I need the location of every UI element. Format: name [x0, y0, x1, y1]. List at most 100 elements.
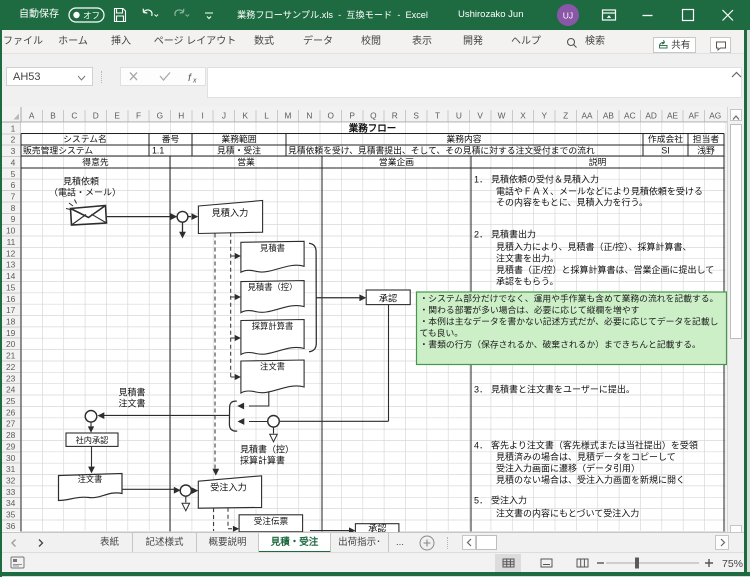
svg-text:I: I: [201, 111, 203, 121]
svg-text:E: E: [114, 111, 120, 121]
svg-text:J: J: [222, 111, 226, 121]
svg-text:見積依頼を受け、見積書提出、そして、その見積に対する注文受付: 見積依頼を受け、見積書提出、そして、その見積に対する注文受付までの流れ: [288, 145, 595, 156]
svg-text:14: 14: [6, 271, 16, 281]
svg-text:C: C: [71, 111, 77, 121]
svg-text:ても良い。: ても良い。: [420, 327, 464, 338]
svg-text:システム名: システム名: [63, 133, 107, 144]
svg-text:（電話・メール）: （電話・メール）: [49, 187, 121, 198]
svg-text:見積書（正/控）と採算計算書は、営業企画に提出して: 見積書（正/控）と採算計算書は、営業企画に提出して: [496, 264, 714, 275]
svg-text:AE: AE: [667, 111, 679, 121]
svg-text:AG: AG: [709, 111, 721, 121]
svg-text:D: D: [93, 111, 99, 121]
svg-text:7: 7: [11, 192, 16, 202]
svg-text:15: 15: [6, 282, 16, 292]
svg-text:3．: 3．: [474, 385, 488, 395]
svg-text:受注入力: 受注入力: [210, 482, 247, 493]
svg-text:K: K: [243, 111, 249, 121]
svg-text:6: 6: [11, 180, 16, 190]
svg-text:11: 11: [7, 237, 16, 247]
svg-text:SI: SI: [661, 146, 669, 156]
svg-text:5．: 5．: [474, 496, 488, 506]
svg-text:P: P: [349, 111, 355, 121]
svg-text:1.1: 1.1: [152, 146, 164, 156]
svg-text:注文書を出力。: 注文書を出力。: [496, 253, 559, 264]
svg-text:Z: Z: [563, 111, 568, 121]
svg-text:19: 19: [6, 328, 16, 338]
svg-text:見積入力により、見積書（正/控）、採算計算書、: 見積入力により、見積書（正/控）、採算計算書、: [496, 241, 691, 252]
svg-text:36: 36: [6, 521, 16, 531]
svg-text:30: 30: [6, 453, 16, 463]
svg-text:営業企画: 営業企画: [379, 156, 414, 167]
svg-text:G: G: [157, 111, 163, 121]
svg-text:31: 31: [6, 464, 16, 474]
svg-text:4: 4: [11, 157, 16, 167]
svg-text:見積依頼: 見積依頼: [63, 176, 99, 187]
svg-text:電話やＦＡＸ、メールなどにより見積依頼を受ける: 電話やＦＡＸ、メールなどにより見積依頼を受ける: [496, 186, 703, 197]
svg-text:注文書: 注文書: [78, 474, 103, 484]
svg-text:4．: 4．: [474, 441, 488, 451]
svg-text:業務フロー: 業務フロー: [348, 123, 397, 135]
svg-text:M: M: [285, 111, 292, 121]
svg-text:Q: Q: [370, 111, 377, 121]
svg-text:UJ: UJ: [563, 11, 573, 21]
svg-text:33: 33: [6, 487, 16, 497]
svg-text:見積書（控）: 見積書（控）: [248, 282, 298, 292]
svg-text:見積依頼の受付＆見積入力: 見積依頼の受付＆見積入力: [491, 174, 599, 185]
svg-text:その内容をもとに、見積入力を行う。: その内容をもとに、見積入力を行う。: [496, 197, 648, 208]
svg-text:承認をもらう。: 承認をもらう。: [496, 276, 558, 287]
svg-text:番号: 番号: [162, 133, 180, 144]
svg-text:注文書の内容にもとづいて受注入力: 注文書の内容にもとづいて受注入力: [496, 508, 639, 519]
svg-text:28: 28: [6, 430, 16, 440]
svg-text:16: 16: [6, 294, 16, 304]
svg-text:U: U: [456, 111, 462, 121]
svg-text:34: 34: [6, 498, 16, 508]
svg-text:オフ: オフ: [83, 10, 100, 20]
svg-text:20: 20: [6, 339, 16, 349]
svg-text:A: A: [29, 111, 35, 121]
svg-text:x: x: [192, 78, 197, 85]
svg-text:受注入力画面に遷移（データ引用）: 受注入力画面に遷移（データ引用）: [496, 463, 640, 474]
svg-text:見積入力: 見積入力: [212, 207, 249, 218]
svg-text:作成会社: 作成会社: [648, 133, 683, 144]
svg-text:29: 29: [6, 441, 16, 451]
svg-text:説明: 説明: [589, 156, 607, 167]
svg-text:12: 12: [6, 248, 16, 258]
svg-text:24: 24: [6, 385, 16, 395]
svg-text:販売管理システム: 販売管理システム: [23, 145, 93, 156]
svg-text:H: H: [178, 111, 184, 121]
svg-text:L: L: [264, 111, 269, 121]
svg-text:5: 5: [11, 169, 16, 179]
svg-text:・関わる部署が多い場合は、必要に応じて縦欄を増やす: ・関わる部署が多い場合は、必要に応じて縦欄を増やす: [420, 304, 640, 315]
svg-text:S: S: [413, 111, 419, 121]
svg-text:担当者: 担当者: [693, 133, 720, 144]
svg-text:注文書: 注文書: [118, 398, 145, 409]
svg-text:O: O: [327, 111, 334, 121]
svg-text:1．: 1．: [474, 175, 488, 185]
svg-text:見積書と注文書をユーザーに提出。: 見積書と注文書をユーザーに提出。: [491, 384, 635, 395]
svg-text:社内承認: 社内承認: [76, 435, 109, 445]
svg-text:26: 26: [6, 407, 16, 417]
svg-text:V: V: [477, 111, 483, 121]
svg-text:AD: AD: [645, 111, 657, 121]
svg-text:見積・受注: 見積・受注: [217, 145, 261, 156]
svg-text:X: X: [520, 111, 526, 121]
svg-text:承認: 承認: [379, 292, 397, 303]
svg-text:見積書: 見積書: [118, 387, 145, 398]
svg-text:9: 9: [11, 214, 16, 224]
svg-text:・本例は主なデータを書かない記述方式だが、必要に応じてデータ: ・本例は主なデータを書かない記述方式だが、必要に応じてデータを記載し: [420, 316, 719, 327]
svg-text:13: 13: [6, 260, 16, 270]
svg-text:18: 18: [6, 317, 16, 327]
svg-text:2: 2: [11, 135, 16, 145]
svg-text:受注伝票: 受注伝票: [254, 515, 289, 526]
svg-text:得意先: 得意先: [82, 156, 109, 167]
svg-text:浅野: 浅野: [697, 145, 715, 156]
svg-text:業務内容: 業務内容: [446, 133, 481, 144]
svg-text:N: N: [306, 111, 312, 121]
svg-text:32: 32: [6, 476, 16, 486]
svg-text:AA: AA: [581, 111, 593, 121]
svg-text:受注入力: 受注入力: [491, 495, 527, 506]
svg-text:B: B: [50, 111, 56, 121]
svg-text:10: 10: [6, 226, 16, 236]
svg-text:f: f: [188, 72, 192, 84]
svg-text:3: 3: [11, 146, 16, 156]
